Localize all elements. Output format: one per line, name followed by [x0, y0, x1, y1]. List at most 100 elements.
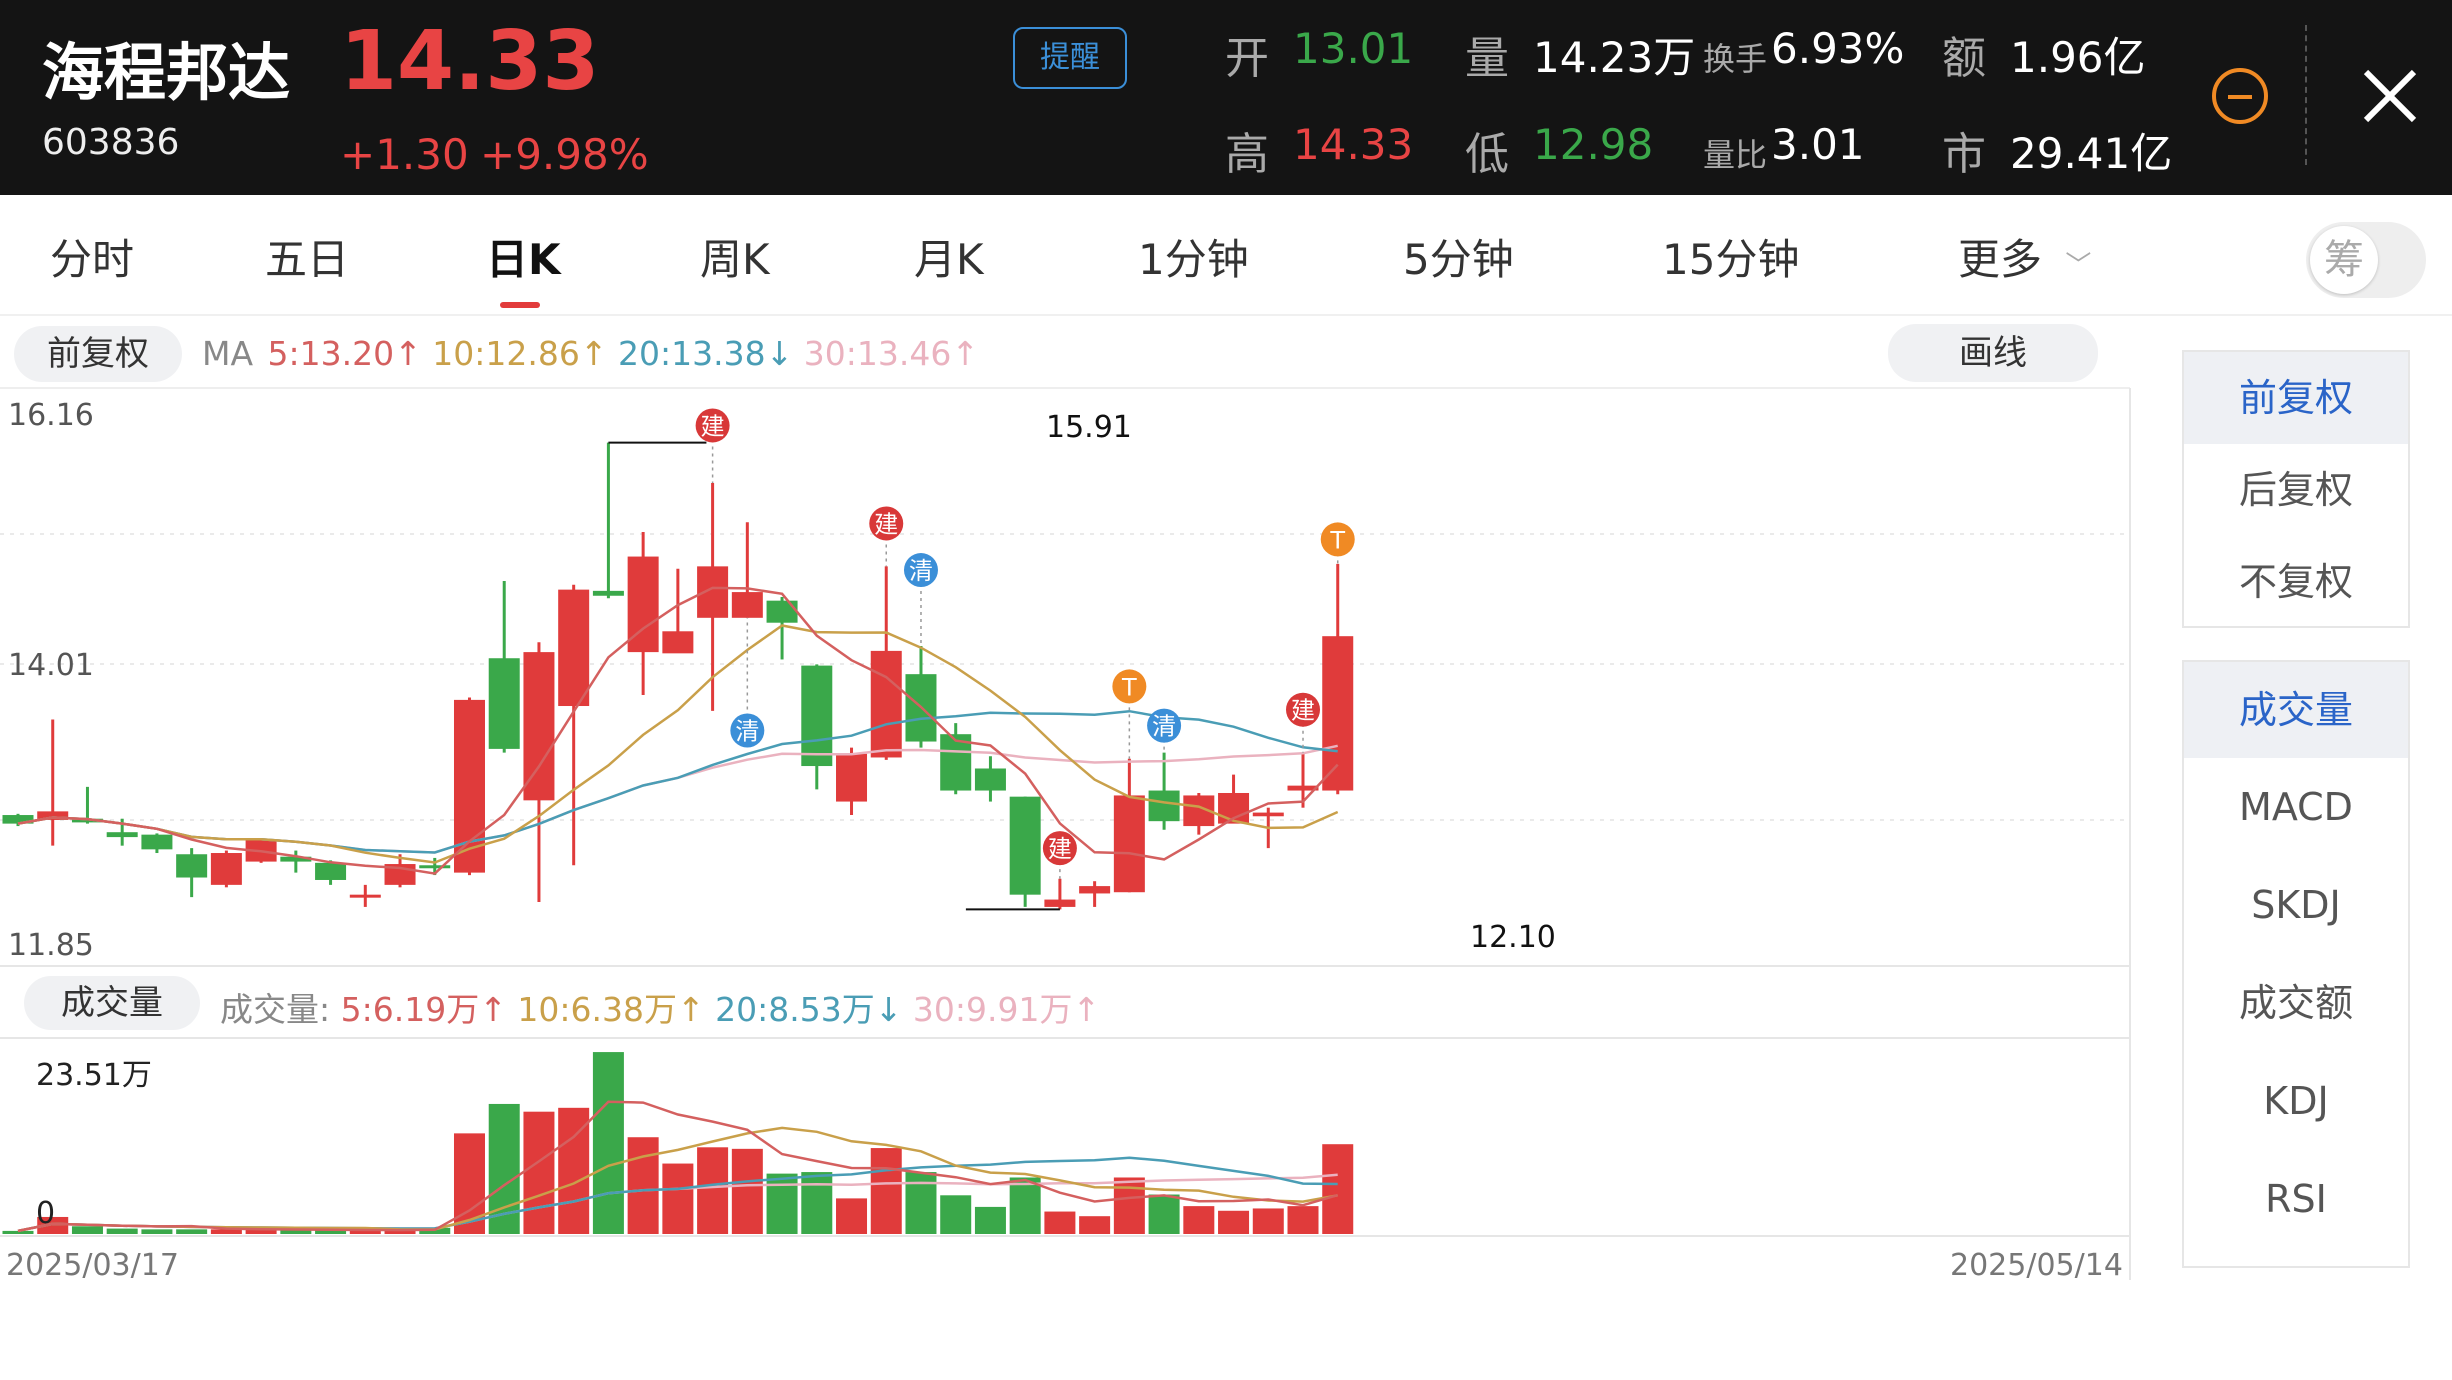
arrow-down-icon: ↓ [874, 990, 903, 1029]
volume-ma-legend: 成交量: 5:6.19万↑ 10:6.38万↑ 20:8.53万↓ 30:9.9… [220, 983, 1100, 1031]
volume-bar [870, 1148, 902, 1234]
remove-watchlist-icon[interactable] [2212, 68, 2268, 124]
tab-month-k[interactable]: 月K [914, 210, 984, 310]
indicator-panel: 成交量 MACD SKDJ 成交额 KDJ RSI [2182, 660, 2410, 1268]
ma5-value: 5:13.20 [267, 334, 395, 373]
volume-indicator-button[interactable]: 成交量 [24, 976, 200, 1030]
stock-name: 海程邦达 [42, 36, 291, 109]
vol-ma10-value: 10:6.38万 [517, 990, 677, 1029]
candle-body [801, 665, 833, 767]
kline-chart[interactable]: 建清建清建T清建T [0, 380, 2140, 1380]
tab-15min[interactable]: 15分钟 [1662, 210, 1799, 310]
trade-marker-label: 清 [1152, 713, 1176, 741]
candle-body [558, 589, 590, 707]
candle-body [662, 631, 694, 654]
start-date: 2025/03/17 [6, 1248, 179, 1283]
high-annotation: 15.91 [1046, 410, 1132, 445]
trade-marker-label: T [1121, 673, 1137, 701]
arrow-up-icon: ↑ [951, 334, 980, 373]
indicator-rsi[interactable]: RSI [2184, 1150, 2408, 1248]
volume-bar [697, 1147, 729, 1234]
volume-bar [1287, 1206, 1319, 1234]
volume-bar [905, 1172, 937, 1234]
trade-marker-label: 清 [735, 718, 759, 746]
volume-bar [1009, 1177, 1041, 1234]
vol-ma20-value: 20:8.53万 [715, 990, 875, 1029]
trade-marker-label: T [1329, 526, 1345, 554]
trade-marker-label: 建 [874, 510, 898, 538]
volume-bar [1183, 1206, 1215, 1234]
volume-bar [1079, 1216, 1111, 1234]
indicator-skdj[interactable]: SKDJ [2184, 856, 2408, 954]
volume-bar [176, 1229, 208, 1234]
volume-label: 量 [1465, 33, 1509, 84]
vol-ma30-value: 30:9.91万 [912, 990, 1073, 1029]
active-tab-indicator [500, 302, 540, 308]
arrow-up-icon: ↑ [579, 334, 608, 373]
volume-bar [523, 1111, 555, 1234]
alert-button[interactable]: 提醒 [1013, 27, 1127, 89]
high-label: 高 [1225, 129, 1269, 180]
candle-body [836, 753, 868, 802]
vol-ratio-value: 3.01 [1771, 120, 1865, 169]
tab-day-k[interactable]: 日K [486, 210, 561, 310]
volume-axis-top: 23.51万 [36, 1058, 152, 1093]
trade-marker-label: 清 [909, 557, 933, 585]
candle-body [419, 865, 451, 869]
arrow-up-icon: ↑ [394, 334, 422, 373]
tab-fenshi[interactable]: 分时 [50, 210, 134, 310]
quote-header: 海程邦达 603836 14.33 +1.30 +9.98% 提醒 开 13.0… [0, 0, 2452, 195]
tab-more-label: 更多 [1958, 235, 2043, 284]
arrow-up-icon: ↑ [676, 990, 705, 1029]
indicator-kdj[interactable]: KDJ [2184, 1052, 2408, 1150]
adjust-button[interactable]: 前复权 [14, 326, 182, 382]
volume-bar [731, 1148, 763, 1234]
tab-1min[interactable]: 1分钟 [1138, 210, 1249, 310]
stock-change-pct: +9.98% [480, 130, 649, 179]
turnover-label: 换手 [1703, 40, 1768, 78]
chevron-down-icon: ﹀ [2065, 251, 2092, 281]
volume-bar [349, 1230, 381, 1234]
ma20-value: 20:13.38 [618, 334, 766, 373]
candle-body [1322, 636, 1354, 791]
adjust-backward[interactable]: 后复权 [2184, 444, 2408, 536]
low-annotation: 12.10 [1470, 920, 1556, 955]
volume-bar [836, 1198, 868, 1234]
draw-line-button[interactable]: 画线 [1888, 324, 2098, 382]
candle-body [141, 834, 173, 850]
volume-axis-bottom: 0 [36, 1196, 56, 1231]
period-tabs: 分时 五日 日K 周K 月K 1分钟 5分钟 15分钟 更多 ﹀ 筹 [0, 210, 2452, 310]
tab-5min[interactable]: 5分钟 [1403, 210, 1514, 310]
chip-toggle-label: 筹 [2310, 226, 2378, 294]
volume-bar [940, 1195, 972, 1234]
close-icon[interactable] [2360, 66, 2420, 126]
candle-body [176, 854, 208, 878]
indicator-macd[interactable]: MACD [2184, 758, 2408, 856]
tab-five-day[interactable]: 五日 [265, 210, 349, 310]
volume-bar [71, 1226, 103, 1234]
indicator-volume[interactable]: 成交量 [2184, 662, 2408, 758]
tab-more[interactable]: 更多 ﹀ [1958, 210, 2091, 310]
arrow-up-icon: ↑ [479, 990, 507, 1029]
volume-bar [1148, 1194, 1180, 1234]
stock-change: +1.30 [340, 130, 469, 179]
alert-button-label: 提醒 [1040, 40, 1100, 75]
volume-bar [974, 1206, 1006, 1234]
ma-label: MA [202, 334, 254, 373]
adjust-none[interactable]: 不复权 [2184, 536, 2408, 628]
amount-value: 1.96亿 [2010, 33, 2146, 82]
stock-price: 14.33 [340, 14, 600, 109]
volume-bar [627, 1137, 659, 1234]
volume-bar [592, 1052, 624, 1234]
candle-body [210, 853, 242, 885]
chip-toggle[interactable]: 筹 [2306, 222, 2426, 298]
trade-marker-label: 建 [1291, 697, 1315, 725]
indicator-amount[interactable]: 成交额 [2184, 954, 2408, 1052]
candle-body [1252, 812, 1284, 817]
turnover-value: 6.93% [1771, 24, 1905, 73]
tab-week-k[interactable]: 周K [700, 210, 770, 310]
candle-body [488, 658, 520, 749]
adjust-forward[interactable]: 前复权 [2184, 352, 2408, 444]
volume-bar [210, 1229, 242, 1234]
volume-bar [1322, 1144, 1354, 1234]
